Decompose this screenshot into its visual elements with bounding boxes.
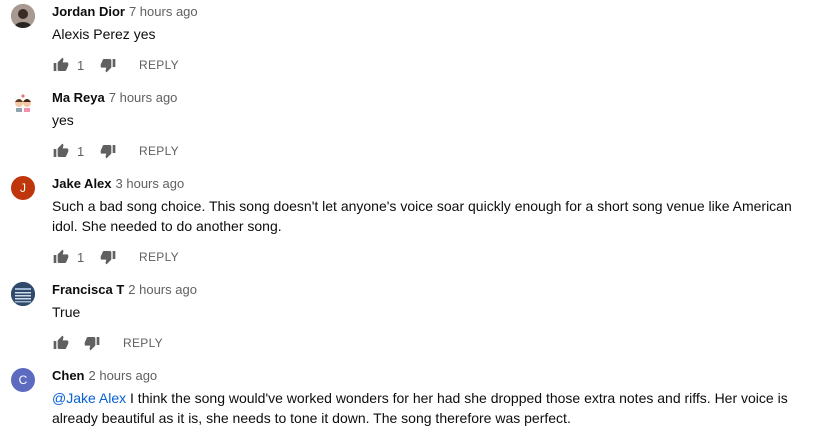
mention-link[interactable]: @Jake Alex — [52, 390, 126, 406]
comment-header: Ma Reya 7 hours ago — [52, 90, 177, 105]
comment-text: Such a bad song choice. This song doesn'… — [52, 196, 797, 236]
comment: Jordan Dior 7 hours ago Alexis Perez yes … — [0, 0, 816, 86]
reply-button[interactable]: REPLY — [139, 58, 179, 72]
avatar-photo-icon — [11, 4, 35, 28]
reply-button[interactable]: REPLY — [123, 336, 163, 350]
thumbs-down-icon — [100, 59, 116, 73]
avatar-initial: J — [20, 181, 26, 195]
thumbs-up-icon — [53, 249, 69, 263]
comment-text: yes — [52, 110, 802, 130]
thumbs-down-icon — [100, 145, 116, 159]
reply-button[interactable]: REPLY — [139, 144, 179, 158]
comment-time[interactable]: 2 hours ago — [89, 368, 158, 383]
avatar[interactable] — [11, 4, 35, 28]
comment-actions: 1 REPLY — [52, 56, 179, 74]
author-name[interactable]: Jake Alex — [52, 176, 112, 191]
comment: Francisca T 2 hours ago True REPLY — [0, 278, 816, 364]
comment-header: Chen 2 hours ago — [52, 368, 157, 383]
like-button[interactable] — [52, 56, 70, 74]
avatar[interactable]: C — [11, 368, 35, 392]
comment-body: True — [52, 304, 81, 320]
comment-time[interactable]: 7 hours ago — [109, 90, 178, 105]
dislike-button[interactable] — [99, 142, 117, 160]
comment-actions: 1 REPLY — [52, 142, 179, 160]
like-count: 1 — [77, 249, 85, 265]
comment-time[interactable]: 3 hours ago — [116, 176, 185, 191]
comment-header: Jordan Dior 7 hours ago — [52, 4, 198, 19]
like-button[interactable] — [52, 248, 70, 266]
author-name[interactable]: Jordan Dior — [52, 4, 125, 19]
like-button[interactable] — [52, 334, 70, 352]
comment-time[interactable]: 2 hours ago — [128, 282, 197, 297]
comment-body: I think the song would've worked wonders… — [52, 390, 788, 426]
comment: Ma Reya 7 hours ago yes 1 REPLY — [0, 86, 816, 172]
avatar[interactable] — [11, 282, 35, 306]
like-count: 1 — [77, 57, 85, 73]
thumbs-down-icon — [100, 251, 116, 265]
comment-actions: 1 REPLY — [52, 248, 179, 266]
thumbs-up-icon — [53, 57, 69, 71]
dislike-button[interactable] — [83, 334, 101, 352]
comment-time[interactable]: 7 hours ago — [129, 4, 198, 19]
comment-body: Such a bad song choice. This song doesn'… — [52, 198, 792, 234]
like-count: 1 — [77, 143, 85, 159]
comment-text: True — [52, 302, 802, 322]
author-name[interactable]: Chen — [52, 368, 85, 383]
comment-header: Francisca T 2 hours ago — [52, 282, 197, 297]
author-name[interactable]: Francisca T — [52, 282, 124, 297]
avatar-cartoon-icon — [15, 94, 31, 112]
author-name[interactable]: Ma Reya — [52, 90, 105, 105]
avatar-initial: C — [18, 373, 28, 387]
comment-header: Jake Alex 3 hours ago — [52, 176, 184, 191]
avatar-photo-icon — [11, 282, 35, 306]
thumbs-up-icon — [53, 143, 69, 157]
comment-body: yes — [52, 112, 74, 128]
thumbs-down-icon — [84, 337, 100, 351]
avatar[interactable] — [11, 90, 35, 114]
dislike-button[interactable] — [99, 248, 117, 266]
thumbs-up-icon — [53, 335, 69, 349]
comment-body: Alexis Perez yes — [52, 26, 156, 42]
like-button[interactable] — [52, 142, 70, 160]
comment-actions: REPLY — [52, 334, 163, 352]
dislike-button[interactable] — [99, 56, 117, 74]
comment-text: Alexis Perez yes — [52, 24, 802, 44]
comment: C Chen 2 hours ago @Jake Alex I think the… — [0, 364, 816, 440]
reply-button[interactable]: REPLY — [139, 250, 179, 264]
avatar[interactable]: J — [11, 176, 35, 200]
comment: J Jake Alex 3 hours ago Such a bad song c… — [0, 172, 816, 278]
comment-text: @Jake Alex I think the song would've wor… — [52, 388, 797, 428]
